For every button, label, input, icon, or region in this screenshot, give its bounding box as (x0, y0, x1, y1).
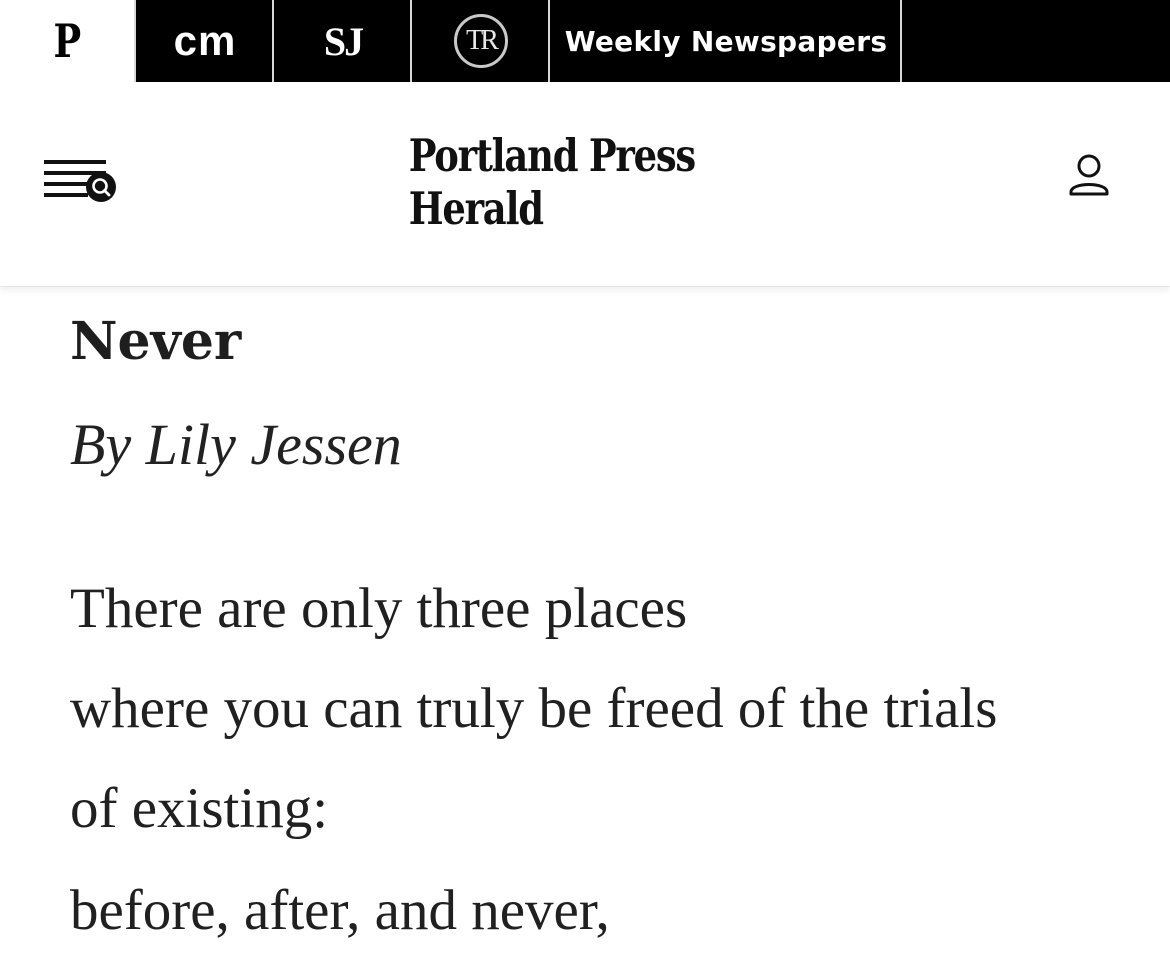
centralmaine-logo: cm (173, 17, 237, 64)
sun-journal-logo: SJ (323, 18, 364, 64)
times-record-logo: TR (454, 14, 508, 68)
site-header: Portland Press Herald (0, 82, 1170, 287)
weekly-newspapers-label: Weekly Newspapers (564, 24, 888, 58)
portland-press-herald-p-logo: P (53, 14, 81, 68)
site-logo[interactable]: Portland Press Herald (409, 129, 762, 235)
poem-line: There are only three places (70, 577, 688, 640)
menu-search-button[interactable] (44, 158, 120, 208)
article-title: Never (70, 311, 242, 372)
times-record-logo-text: TR (466, 25, 499, 56)
menu-search-icon (44, 160, 116, 202)
tab-sun-journal[interactable]: SJ (276, 0, 412, 82)
poem-line: where you can truly be freed of the tria… (70, 677, 998, 740)
tab-centralmaine[interactable]: cm (138, 0, 274, 82)
article-byline: By Lily Jessen (70, 412, 402, 477)
poem-line: before, after, and never, (70, 879, 610, 942)
tab-weekly-newspapers[interactable]: Weekly Newspapers (552, 0, 902, 82)
user-account-icon (1069, 154, 1109, 196)
poem-line: of existing: (70, 777, 329, 840)
network-bar: P cm SJ TR Weekly Newspapers (0, 0, 1170, 82)
tab-times-record[interactable]: TR (414, 0, 550, 82)
account-button[interactable] (1066, 152, 1112, 202)
tab-portland-press-herald[interactable]: P (0, 0, 136, 82)
